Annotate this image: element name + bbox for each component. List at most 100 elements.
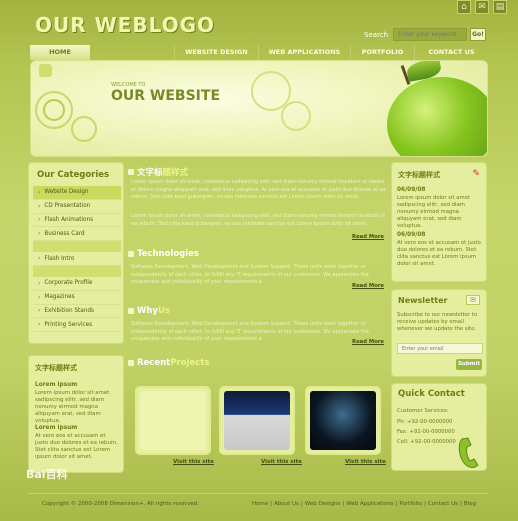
category-item[interactable]: › Business Card	[33, 227, 121, 242]
category-item[interactable]: › Corporate Profile	[33, 277, 121, 291]
decor-swirl	[281, 101, 311, 131]
arrow-icon: ›	[38, 255, 41, 263]
newsletter-submit-button[interactable]: Submit	[456, 359, 482, 370]
home-icon[interactable]: ⌂	[457, 0, 471, 14]
footer-link-web-designs[interactable]: Web Designs	[305, 501, 341, 507]
category-item[interactable]: › Exhibition Stands	[33, 305, 121, 319]
section-paragraph: Lorem ipsum dolor sit amet, consetetur s…	[131, 179, 386, 200]
lorem-body: At vero eos et accusam et justo duo dolo…	[35, 433, 118, 460]
newsletter-email-input[interactable]	[397, 343, 483, 354]
category-item[interactable]: › Website Design	[33, 186, 121, 200]
footer-link-about[interactable]: About Us	[274, 501, 299, 507]
left-panel-title: 文字标题样式	[35, 364, 77, 372]
footer-link-home[interactable]: Home	[252, 501, 268, 507]
bullet-icon	[128, 169, 134, 175]
category-item[interactable]: › Magazines	[33, 291, 121, 305]
section-title: 文字标 题样式	[128, 166, 188, 178]
right-text-panel: 文字标题样式 ✎ 06/09/08 Lorem ipsum dolor sit …	[391, 162, 487, 282]
lorem-title: Lorem ipsum	[35, 382, 78, 388]
baidu-watermark: Bai百科	[26, 468, 68, 481]
read-more-link[interactable]: Read More	[352, 234, 384, 240]
hero-banner: WELCOME TO OUR WEBSITE	[30, 60, 488, 157]
contact-title: Quick Contact	[398, 389, 465, 399]
footer-link-portfolio[interactable]: Portfolio	[399, 501, 422, 507]
news-date: 06/09/08	[397, 187, 426, 193]
left-text-panel: 文字标题样式 Lorem ipsum Lorem ipsum dolor sit…	[28, 355, 124, 473]
visit-site-link[interactable]: Visit this site	[261, 459, 302, 465]
arrow-icon: ›	[38, 202, 41, 210]
arrow-icon: ›	[38, 188, 41, 196]
arrow-icon: ›	[38, 279, 41, 287]
categories-list: › Website Design › CD Presentation › Flash …	[33, 186, 121, 333]
project-thumbnail[interactable]	[219, 386, 295, 455]
project-screenshot	[310, 391, 376, 450]
footer-separator: |	[459, 501, 462, 507]
arrow-icon: ›	[38, 321, 41, 329]
read-more-link[interactable]: Read More	[352, 283, 384, 289]
footer-separator: |	[300, 501, 303, 507]
nav-home[interactable]: HOME	[30, 45, 90, 60]
decor-circle	[71, 116, 97, 142]
footer: Copyright © 2000-2008 Dimension+. All ri…	[28, 493, 488, 515]
category-item[interactable]: › Flash Intro	[33, 252, 121, 266]
site-logo[interactable]: OUR WEBLOGO	[35, 13, 215, 37]
lorem-body: Lorem ipsum dolor sit amet sadipscing el…	[35, 390, 110, 424]
read-more-link[interactable]: Read More	[352, 339, 384, 345]
project-screenshot	[224, 391, 290, 450]
nav-website-design[interactable]: WEBSITE DESIGN	[174, 45, 258, 60]
contact-panel: Quick Contact Customer Services: Ph: +92…	[391, 383, 487, 471]
bullet-icon	[128, 251, 134, 257]
search-label: Search	[364, 31, 389, 39]
pencil-icon: ✎	[472, 169, 480, 179]
news-date: 06/09/08	[397, 232, 426, 238]
footer-separator: |	[395, 501, 398, 507]
nav-portfolio[interactable]: PORTFOLIO	[350, 45, 414, 60]
categories-panel: Our Categories › Website Design › CD Prese…	[28, 162, 124, 344]
category-item[interactable]: › Flash Animations	[33, 214, 121, 228]
contact-phone: Ph: +92-00-0000000	[397, 419, 453, 425]
category-divider	[33, 265, 121, 277]
category-item[interactable]: › Printing Services	[33, 318, 121, 333]
news-body: Lorem ipsum dolor sit amet sadipscing el…	[397, 195, 470, 229]
main-nav: HOME WEBSITE DESIGN WEB APPLICATIONS POR…	[30, 45, 488, 60]
category-divider	[33, 241, 121, 253]
arrow-icon: ›	[38, 230, 41, 238]
visit-site-link[interactable]: Visit this site	[173, 459, 214, 465]
section-paragraph: Lorem ipsum dolor sit amet, consetetur s…	[131, 213, 386, 227]
page-background: OUR WEBLOGO ⌂ ✉ ▤ Search Go! HOME WEBSIT…	[0, 0, 518, 521]
search-input[interactable]	[393, 28, 467, 41]
newsletter-panel: Newsletter ✉ Subscribe to our newsletter…	[391, 289, 487, 377]
footer-separator: |	[270, 501, 272, 507]
section-title: Recent Projects	[128, 358, 209, 368]
arrow-icon: ›	[38, 293, 41, 301]
decor-circle	[43, 99, 65, 121]
bullet-icon	[128, 308, 134, 314]
mail-icon[interactable]: ✉	[475, 0, 489, 14]
footer-separator: |	[424, 501, 426, 507]
nav-contact-us[interactable]: CONTACT US	[414, 45, 488, 60]
footer-link-blog[interactable]: Blog	[464, 501, 476, 507]
footer-copyright: Copyright © 2000-2008 Dimension+. All ri…	[42, 501, 199, 507]
project-screenshot	[140, 391, 206, 450]
top-icons: ⌂ ✉ ▤	[457, 0, 507, 14]
nav-web-applications[interactable]: WEB APPLICATIONS	[258, 45, 350, 60]
footer-separator: |	[342, 501, 345, 507]
search-go-button[interactable]: Go!	[470, 28, 486, 41]
right-panel-title: 文字标题样式	[398, 171, 440, 179]
categories-title: Our Categories	[37, 170, 110, 180]
envelope-icon: ✉	[466, 295, 480, 305]
project-thumbnail[interactable]	[305, 386, 381, 455]
footer-link-web-applications[interactable]: Web Applications	[346, 501, 393, 507]
flower-icon	[39, 64, 52, 77]
bullet-icon	[128, 360, 134, 366]
footer-link-contact[interactable]: Contact Us	[428, 501, 458, 507]
visit-site-link[interactable]: Visit this site	[345, 459, 386, 465]
arrow-icon: ›	[38, 216, 41, 224]
arrow-icon: ›	[38, 307, 41, 315]
category-item[interactable]: › CD Presentation	[33, 200, 121, 214]
newsletter-text: Subscribe to our newsletter to receive u…	[397, 312, 478, 332]
project-thumbnail[interactable]	[135, 386, 211, 455]
news-body: At vero eos et accusam et justo duo dolo…	[397, 240, 481, 267]
lorem-title: Lorem ipsum	[35, 425, 78, 431]
sitemap-icon[interactable]: ▤	[493, 0, 507, 14]
